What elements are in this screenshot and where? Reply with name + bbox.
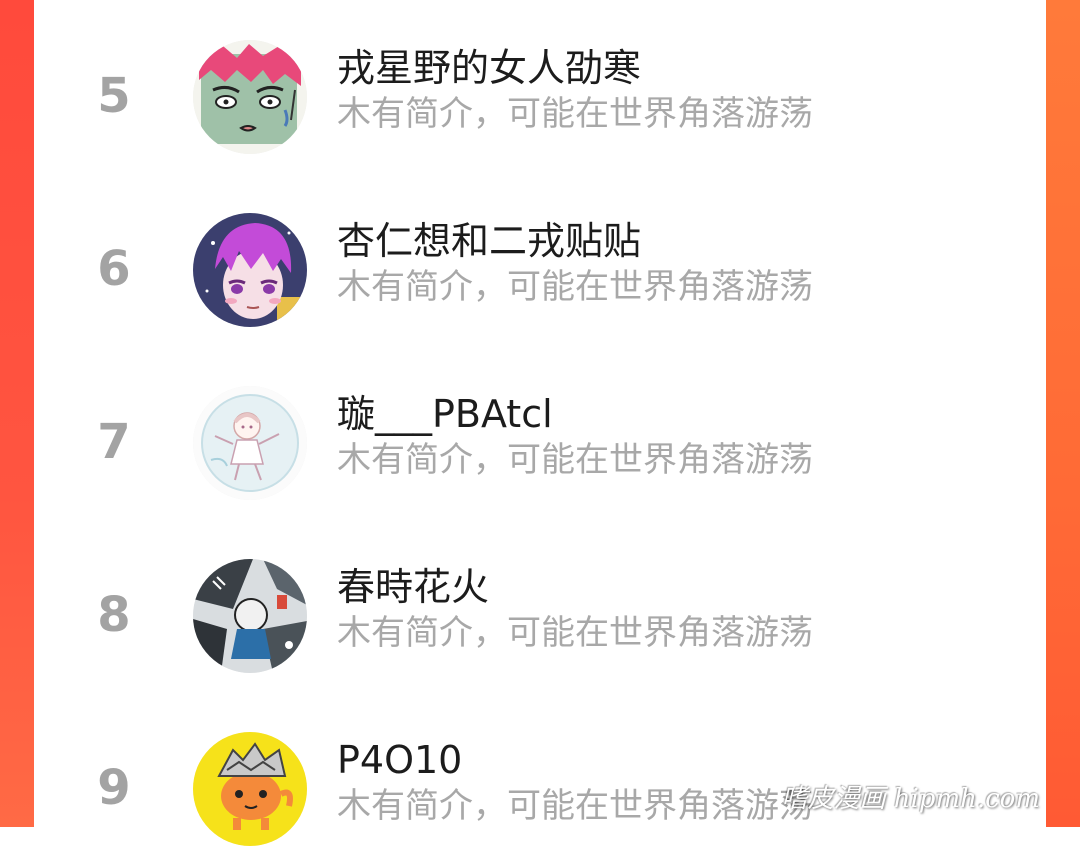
avatar[interactable] bbox=[193, 386, 307, 500]
ranking-list-item[interactable]: 8 春時花火 木有简介，可能在世界角落游荡 bbox=[34, 557, 934, 687]
user-bio: 木有简介，可能在世界角落游荡 bbox=[337, 94, 813, 134]
user-bio: 木有简介，可能在世界角落游荡 bbox=[337, 440, 813, 480]
rank-number: 9 bbox=[97, 760, 131, 816]
right-accent-border bbox=[1046, 0, 1080, 827]
user-name[interactable]: 璇___PBAtcl bbox=[337, 390, 553, 438]
user-name[interactable]: 杏仁想和二戎贴贴 bbox=[337, 217, 641, 265]
yellow-dog-avatar-icon bbox=[193, 732, 307, 846]
avatar[interactable] bbox=[193, 213, 307, 327]
chibi-sketch-avatar-icon bbox=[193, 386, 307, 500]
rank-number: 6 bbox=[97, 241, 131, 297]
avatar[interactable] bbox=[193, 40, 307, 154]
rank-number: 8 bbox=[97, 587, 131, 643]
rank-number: 5 bbox=[97, 68, 131, 124]
site-watermark: 嗜皮漫画 hipmh.com bbox=[781, 784, 1040, 814]
user-name[interactable]: 戎星野的女人劭寒 bbox=[337, 44, 641, 92]
ranking-list-item[interactable]: 7 璇___PBAtcl 木有简介，可能在世界角落游荡 bbox=[34, 384, 934, 514]
avatar[interactable] bbox=[193, 559, 307, 673]
rank-number: 7 bbox=[97, 414, 131, 470]
user-bio: 木有简介，可能在世界角落游荡 bbox=[337, 267, 813, 307]
monochrome-collage-avatar-icon bbox=[193, 559, 307, 673]
left-accent-border bbox=[0, 0, 34, 827]
anime-purple-hair-avatar-icon bbox=[193, 213, 307, 327]
ranking-list-item[interactable]: 6 杏仁想和二戎贴贴 木有简介，可能在世界角落游荡 bbox=[34, 211, 934, 341]
avatar[interactable] bbox=[193, 732, 307, 846]
anime-red-hair-avatar-icon bbox=[193, 40, 307, 154]
user-bio: 木有简介，可能在世界角落游荡 bbox=[337, 786, 813, 826]
user-name[interactable]: 春時花火 bbox=[337, 563, 489, 611]
user-bio: 木有简介，可能在世界角落游荡 bbox=[337, 613, 813, 653]
ranking-list-item[interactable]: 5 戎星野的女人劭寒 木有简介，可能在世界角落游荡 bbox=[34, 38, 934, 168]
user-name[interactable]: P4O10 bbox=[337, 736, 462, 784]
